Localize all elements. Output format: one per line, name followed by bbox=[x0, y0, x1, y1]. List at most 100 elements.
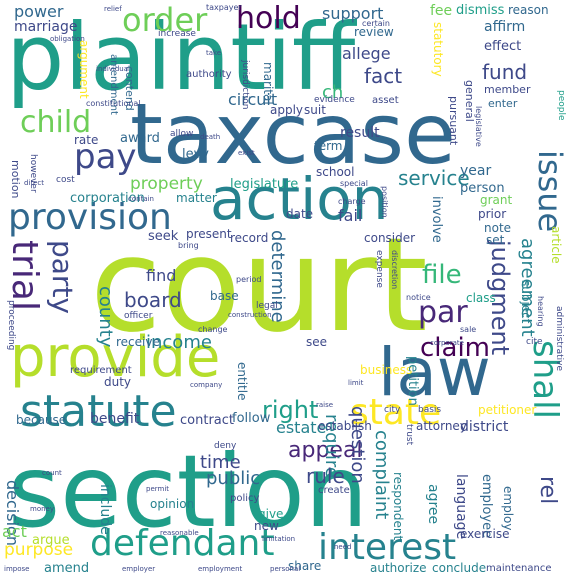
word-argument: argument bbox=[77, 40, 91, 99]
word-establish: establish bbox=[318, 419, 372, 433]
word-proceeding: proceeding bbox=[6, 300, 16, 351]
word-date: date bbox=[286, 207, 314, 221]
word-act: act bbox=[2, 522, 27, 541]
word-period: period bbox=[236, 275, 262, 284]
word-matter: matter bbox=[176, 191, 217, 205]
word-present: present bbox=[186, 227, 232, 241]
word-take: take bbox=[206, 49, 222, 57]
word-fee: fee bbox=[430, 3, 453, 19]
word-involve: involve bbox=[429, 196, 444, 243]
word-district: district bbox=[460, 419, 509, 435]
word-find: find bbox=[146, 266, 177, 285]
word-benefit: benefit bbox=[90, 411, 140, 427]
word-change: change bbox=[198, 325, 228, 334]
word-increase: increase bbox=[158, 29, 196, 39]
word-deny: deny bbox=[214, 441, 237, 451]
word-argue: argue bbox=[32, 533, 70, 548]
word-seek: seek bbox=[148, 229, 179, 244]
word-hold: hold bbox=[236, 1, 301, 36]
word-record: record bbox=[230, 231, 269, 245]
word-amend: amend bbox=[44, 561, 90, 576]
word-prior: prior bbox=[478, 207, 507, 221]
word-employment: employment bbox=[198, 565, 243, 573]
word-asset: asset bbox=[372, 95, 399, 106]
word-individual: individual bbox=[96, 65, 130, 73]
word-bring: bring bbox=[178, 241, 199, 250]
word-fact: fact bbox=[364, 64, 403, 88]
word-permit: permit bbox=[146, 485, 170, 493]
word-exercise: exercise bbox=[460, 527, 510, 541]
word-because: because bbox=[16, 413, 67, 427]
word-officer: officer bbox=[124, 311, 153, 321]
word-rate: rate bbox=[74, 133, 99, 147]
word-conclude: conclude bbox=[432, 561, 487, 575]
word-motion: motion bbox=[9, 160, 22, 199]
word-see: see bbox=[306, 335, 328, 349]
word-legislative: legislative bbox=[474, 106, 483, 147]
word-certain: certain bbox=[362, 19, 390, 28]
word-cite: cite bbox=[526, 337, 543, 347]
word-file: file bbox=[422, 260, 462, 290]
word-relief: relief bbox=[104, 5, 122, 13]
word-taxpayer: taxpayer bbox=[206, 3, 242, 12]
word-company: company bbox=[190, 381, 223, 389]
word-construction: construction bbox=[228, 311, 272, 319]
word-raise: raise bbox=[316, 401, 334, 409]
word-administrative: administrative bbox=[554, 306, 564, 372]
word-agree: agree bbox=[425, 484, 441, 525]
word-entitle: entitle bbox=[235, 362, 249, 401]
word-authority: authority bbox=[186, 69, 232, 80]
word-fail: fail bbox=[338, 206, 363, 225]
word-death: death bbox=[200, 133, 221, 141]
word-cost: cost bbox=[56, 175, 75, 185]
word-base: base bbox=[210, 289, 239, 303]
word-limit: limit bbox=[348, 379, 364, 387]
word-maintenance: maintenance bbox=[486, 563, 552, 574]
word-corporate: corporate bbox=[430, 339, 464, 347]
word-special: special bbox=[340, 179, 368, 188]
word-rel: rel bbox=[535, 476, 560, 505]
word-levy: levy bbox=[182, 147, 209, 162]
word-discretion: discretion bbox=[390, 250, 399, 290]
word-set: set bbox=[486, 233, 505, 247]
word-school: school bbox=[316, 165, 355, 179]
word-receive: receive bbox=[116, 335, 160, 349]
word-issue: issue bbox=[531, 150, 569, 233]
word-impose: impose bbox=[4, 565, 30, 573]
word-position: position bbox=[380, 186, 389, 218]
word-authorize: authorize bbox=[370, 561, 427, 575]
word-reasonable: reasonable bbox=[160, 529, 199, 537]
word-people: people bbox=[556, 90, 566, 121]
word-reason: reason bbox=[508, 3, 549, 17]
word-include: include bbox=[97, 484, 113, 535]
word-respondent: respondent bbox=[391, 472, 405, 541]
word-allege: allege bbox=[342, 44, 391, 63]
word-term: term bbox=[314, 139, 343, 153]
word-charge: charge bbox=[338, 197, 366, 206]
word-power: power bbox=[14, 2, 64, 21]
word-basis: basis bbox=[418, 405, 442, 415]
word-contract: contract bbox=[180, 413, 234, 428]
word-allow: allow bbox=[170, 129, 194, 139]
word-money: money bbox=[30, 505, 54, 513]
word-subject: subject bbox=[519, 280, 533, 324]
word-class: class bbox=[466, 291, 496, 305]
word-petitioner: petitioner bbox=[478, 403, 537, 417]
word-board: board bbox=[124, 288, 182, 312]
word-award: award bbox=[120, 131, 160, 146]
word-sale: sale bbox=[460, 325, 477, 334]
word-marriage: marriage bbox=[14, 19, 78, 35]
word-result: result bbox=[340, 125, 380, 141]
word-affirm: affirm bbox=[484, 19, 526, 35]
word-consider: consider bbox=[364, 231, 416, 245]
word-petition: petition bbox=[405, 356, 420, 406]
word-jurisdiction: jurisdiction bbox=[240, 60, 250, 110]
word-par: par bbox=[418, 295, 468, 330]
word-complaint: complaint bbox=[371, 430, 392, 520]
word-contain: contain bbox=[128, 195, 154, 203]
word-obligation: obligation bbox=[50, 35, 85, 43]
word-expense: expense bbox=[374, 250, 384, 288]
word-evidence: evidence bbox=[314, 95, 355, 105]
word-question: question bbox=[347, 406, 368, 484]
word-year: year bbox=[460, 163, 492, 179]
